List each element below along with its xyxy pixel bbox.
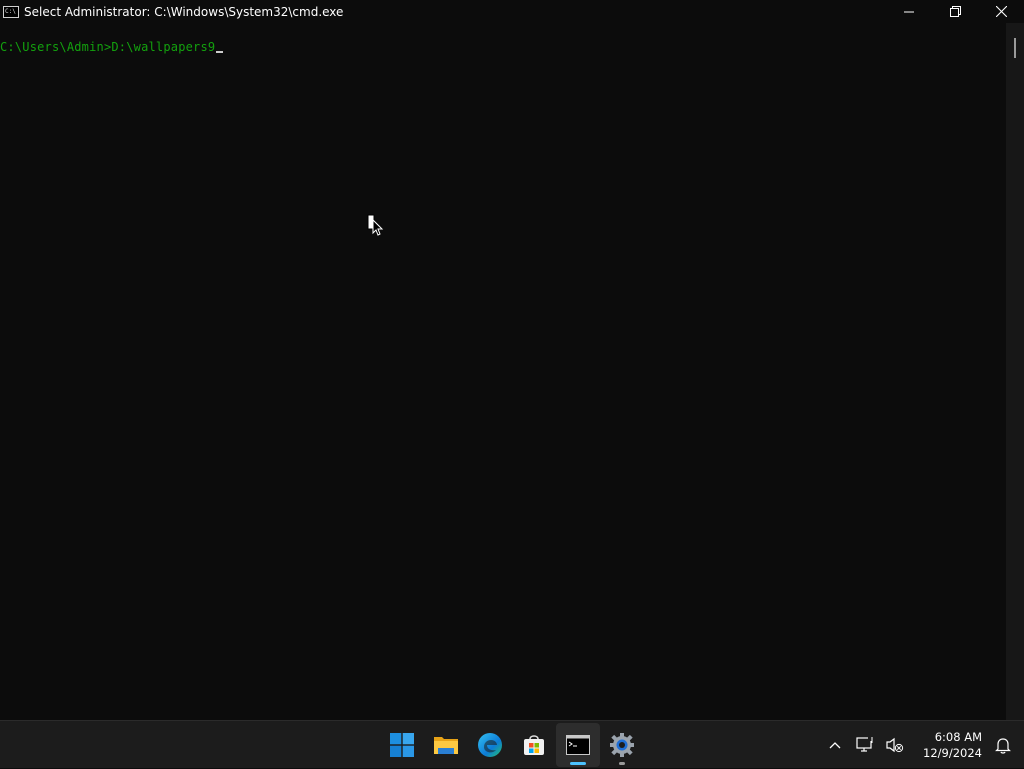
close-icon (995, 6, 1007, 17)
terminal-icon (566, 735, 590, 755)
mouse-cursor-icon (367, 214, 384, 236)
window-controls (886, 0, 1024, 23)
clock-button[interactable]: 6:08 AM 12/9/2024 (918, 729, 982, 761)
notification-button[interactable] (988, 725, 1018, 765)
minimize-button[interactable] (886, 0, 932, 23)
edge-icon (478, 733, 502, 757)
cmd-window: C:\ Select Administrator: C:\Windows\Sys… (0, 0, 1024, 720)
window-title: Select Administrator: C:\Windows\System3… (24, 4, 344, 19)
title-bar[interactable]: C:\ Select Administrator: C:\Windows\Sys… (0, 0, 1024, 23)
prompt-text: C:\Users\Admin> (0, 40, 112, 54)
text-caret (216, 51, 224, 53)
scrollbar-thumb[interactable] (1014, 38, 1016, 58)
system-tray: 6:08 AM 12/9/2024 (820, 721, 1024, 769)
taskbar-apps (380, 723, 644, 767)
clock-time: 6:08 AM (934, 730, 982, 744)
folder-icon (434, 737, 458, 754)
taskbar: 6:08 AM 12/9/2024 (0, 720, 1024, 768)
windows-start-icon (390, 733, 414, 757)
network-button[interactable] (850, 725, 880, 765)
cmd-icon: C:\ (3, 5, 19, 18)
taskbar-store[interactable] (512, 723, 556, 767)
active-app-indicator (570, 762, 586, 765)
taskbar-edge[interactable] (468, 723, 512, 767)
volume-button[interactable] (880, 725, 910, 765)
taskbar-command-prompt[interactable] (556, 723, 600, 767)
bell-icon (995, 737, 1011, 754)
console-output[interactable]: C:\Users\Admin>D:\wallpapers9 (0, 23, 1006, 720)
close-button[interactable] (978, 0, 1024, 23)
running-app-indicator (619, 762, 625, 765)
network-icon (856, 737, 873, 752)
taskbar-file-explorer[interactable] (424, 723, 468, 767)
typed-command: D:\wallpapers9 (111, 40, 216, 54)
vertical-scrollbar[interactable] (1006, 23, 1024, 720)
show-hidden-icons-button[interactable] (820, 725, 850, 765)
command-line: C:\Users\Admin>D:\wallpapers9 (0, 40, 224, 54)
start-button[interactable] (380, 723, 424, 767)
store-icon (524, 735, 544, 755)
clock-date: 12/9/2024 (923, 746, 982, 760)
chevron-up-icon (829, 742, 841, 749)
gear-icon (610, 733, 634, 757)
restore-icon (949, 6, 961, 17)
restore-button[interactable] (932, 0, 978, 23)
taskbar-settings[interactable] (600, 723, 644, 767)
volume-muted-icon (886, 737, 904, 753)
minimize-icon (904, 11, 914, 12)
